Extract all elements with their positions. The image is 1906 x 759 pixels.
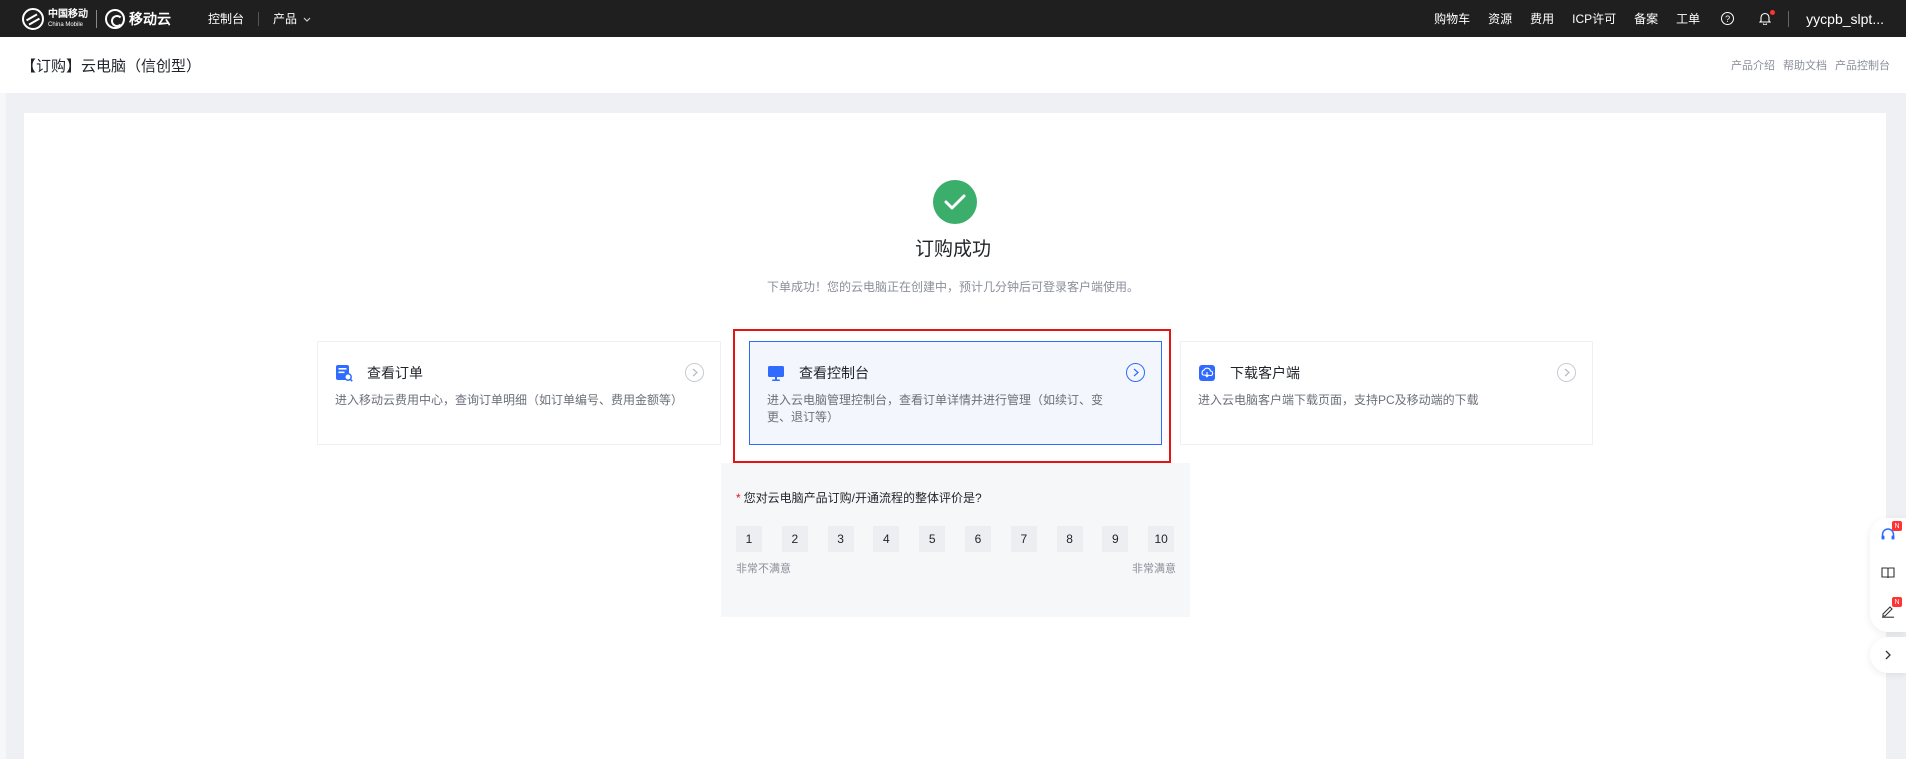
score-option[interactable]: 2 xyxy=(781,526,808,552)
survey-question: 您对云电脑产品订购/开通流程的整体评价是? xyxy=(743,491,982,505)
logo-cn: 中国移动 xyxy=(48,8,88,20)
score-option[interactable]: 8 xyxy=(1056,526,1083,552)
logo-en: China Mobile xyxy=(48,21,84,28)
nav-billing[interactable]: 费用 xyxy=(1530,10,1554,27)
new-badge: N xyxy=(1892,597,1902,607)
book-icon xyxy=(1881,566,1895,585)
score-option[interactable]: 1 xyxy=(736,526,762,552)
success-description: 下单成功！您的云电脑正在创建中，预计几分钟后可登录客户端使用。 xyxy=(766,280,1139,294)
score-option[interactable]: 4 xyxy=(873,526,900,552)
link-product-intro[interactable]: 产品介绍 xyxy=(1731,57,1775,73)
user-menu[interactable]: yycpb_slpt... xyxy=(1806,11,1884,27)
cloud-logo-icon xyxy=(105,8,125,29)
nav-icp[interactable]: ICP许可 xyxy=(1572,10,1616,27)
nav-ticket[interactable]: 工单 xyxy=(1676,10,1700,27)
download-client-icon xyxy=(1198,364,1216,382)
nav-resources[interactable]: 资源 xyxy=(1488,10,1512,27)
score-option[interactable]: 5 xyxy=(919,526,946,552)
card-title: 下载客户端 xyxy=(1230,365,1300,381)
link-help-docs[interactable]: 帮助文档 xyxy=(1783,57,1827,73)
docs-button[interactable] xyxy=(1870,556,1906,594)
highlight-box xyxy=(733,329,1171,463)
order-search-icon xyxy=(335,364,353,382)
top-nav: 中国移动 China Mobile 移动云 控制台 产品 购物车 资源 费用 I… xyxy=(0,0,1906,37)
new-badge: N xyxy=(1892,521,1902,531)
card-title: 查看订单 xyxy=(367,365,423,381)
score-high-label: 非常满意 xyxy=(1132,563,1176,575)
score-option[interactable]: 6 xyxy=(964,526,991,552)
nav-divider xyxy=(1788,10,1790,27)
header-links: 产品介绍 帮助文档 产品控制台 xyxy=(1723,37,1890,93)
satisfaction-survey: * 您对云电脑产品订购/开通流程的整体评价是? 1 2 3 4 5 6 7 8 9… xyxy=(721,463,1190,617)
feedback-button[interactable]: N xyxy=(1870,594,1906,632)
left-strip xyxy=(0,93,6,759)
score-options: 1 2 3 4 5 6 7 8 9 10 xyxy=(736,526,1175,552)
score-option[interactable]: 3 xyxy=(827,526,854,552)
logo-divider xyxy=(96,9,97,28)
chevron-right-icon[interactable] xyxy=(685,363,704,382)
link-product-console[interactable]: 产品控制台 xyxy=(1835,57,1890,73)
nav-products[interactable]: 产品 xyxy=(273,10,297,27)
card-view-order[interactable]: 查看订单 进入移动云费用中心，查询订单明细（如订单编号、费用金额等） xyxy=(317,341,721,445)
nav-filing[interactable]: 备案 xyxy=(1634,10,1658,27)
score-option[interactable]: 10 xyxy=(1148,526,1175,552)
float-toolbar: N N xyxy=(1870,518,1906,632)
bell-icon[interactable] xyxy=(1758,9,1776,26)
nav-left: 控制台 产品 xyxy=(208,10,311,27)
score-low-label: 非常不满意 xyxy=(736,563,791,575)
score-option[interactable]: 7 xyxy=(1010,526,1037,552)
help-icon[interactable]: ? xyxy=(1721,12,1735,25)
chevron-down-icon[interactable] xyxy=(303,14,311,24)
notification-dot xyxy=(1770,9,1776,15)
china-mobile-logo-icon xyxy=(22,7,44,30)
chevron-right-icon[interactable] xyxy=(1870,637,1906,673)
success-check-icon xyxy=(933,180,977,224)
nav-divider xyxy=(258,11,260,26)
required-mark: * xyxy=(736,491,741,505)
nav-console[interactable]: 控制台 xyxy=(208,10,244,27)
success-title: 订购成功 xyxy=(914,239,991,260)
page-header: 【订购】云电脑（信创型） 产品介绍 帮助文档 产品控制台 xyxy=(0,37,1906,93)
card-download-client[interactable]: 下载客户端 进入云电脑客户端下载页面，支持PC及移动端的下载 xyxy=(1180,341,1593,445)
customer-service-button[interactable]: N xyxy=(1870,518,1906,556)
chevron-right-icon[interactable] xyxy=(1557,363,1576,382)
card-description: 进入云电脑客户端下载页面，支持PC及移动端的下载 xyxy=(1198,393,1479,407)
nav-cart[interactable]: 购物车 xyxy=(1434,10,1470,27)
page-title: 【订购】云电脑（信创型） xyxy=(21,57,202,75)
logo-brand: 移动云 xyxy=(129,10,171,27)
nav-right: 购物车 资源 费用 ICP许可 备案 工单 ? yycpb_slpt... xyxy=(1425,0,1906,37)
logo[interactable]: 中国移动 China Mobile 移动云 xyxy=(22,0,171,37)
score-option[interactable]: 9 xyxy=(1102,526,1129,552)
card-description: 进入移动云费用中心，查询订单明细（如订单编号、费用金额等） xyxy=(335,393,684,407)
